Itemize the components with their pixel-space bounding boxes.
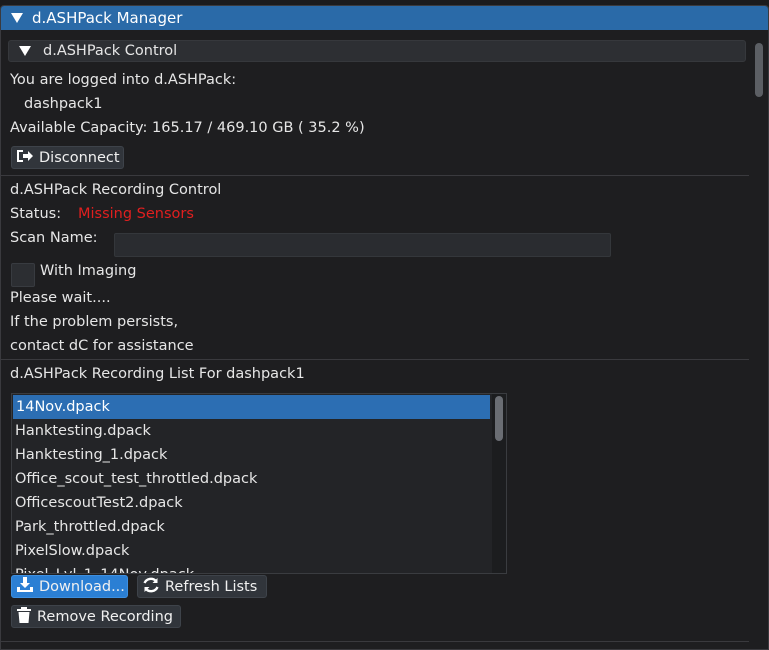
collapse-triangle-icon[interactable] <box>11 13 23 23</box>
username-text: dashpack1 <box>24 96 103 112</box>
ashpack-manager-window: d.ASHPack Manager d.ASHPack Control You … <box>0 5 769 650</box>
please-wait-text: Please wait.... <box>10 290 111 306</box>
remove-recording-button[interactable]: Remove Recording <box>11 605 181 628</box>
list-item[interactable]: Pixel_Lvl_1_14Nov.dpack <box>12 563 506 573</box>
download-button[interactable]: Download... <box>11 575 128 598</box>
disconnect-button[interactable]: Disconnect <box>11 146 124 169</box>
list-item[interactable]: OfficescoutTest2.dpack <box>12 491 506 515</box>
with-imaging-checkbox[interactable] <box>11 263 35 287</box>
problem-persists-text: If the problem persists, <box>10 314 179 330</box>
capacity-text: Available Capacity: 165.17 / 469.10 GB (… <box>10 120 365 136</box>
trash-icon <box>16 606 32 628</box>
divider <box>1 175 749 176</box>
list-item[interactable]: Hanktesting_1.dpack <box>12 443 506 467</box>
control-section-title: d.ASHPack Control <box>43 43 178 59</box>
window-title: d.ASHPack Manager <box>32 9 183 27</box>
list-item[interactable]: Hanktesting.dpack <box>12 419 506 443</box>
refresh-icon <box>142 577 160 597</box>
refresh-label: Refresh Lists <box>165 578 258 595</box>
disconnect-label: Disconnect <box>39 149 120 166</box>
status-value: Missing Sensors <box>78 206 194 222</box>
list-scrollbar-thumb[interactable] <box>495 396 503 441</box>
window-titlebar[interactable]: d.ASHPack Manager <box>1 6 768 30</box>
list-item[interactable]: 14Nov.dpack <box>13 395 490 419</box>
status-label: Status: <box>10 206 62 222</box>
control-section-header[interactable]: d.ASHPack Control <box>8 40 746 62</box>
list-scrollbar[interactable] <box>492 394 506 573</box>
list-item[interactable]: Office_scout_test_throttled.dpack <box>12 467 506 491</box>
download-icon <box>16 576 34 597</box>
scan-name-input[interactable] <box>114 233 611 257</box>
collapse-triangle-icon[interactable] <box>19 46 31 56</box>
refresh-lists-button[interactable]: Refresh Lists <box>137 575 267 598</box>
download-label: Download... <box>39 578 125 595</box>
logged-in-label: You are logged into d.ASHPack: <box>10 72 237 88</box>
list-item[interactable]: PixelSlow.dpack <box>12 539 506 563</box>
divider <box>1 641 749 642</box>
sign-out-icon <box>16 149 34 167</box>
recording-control-title: d.ASHPack Recording Control <box>10 182 222 198</box>
recording-list-title: d.ASHPack Recording List For dashpack1 <box>10 366 305 382</box>
list-item[interactable]: Park_throttled.dpack <box>12 515 506 539</box>
contact-text: contact dC for assistance <box>10 338 194 354</box>
scan-name-label: Scan Name: <box>10 230 98 246</box>
remove-recording-label: Remove Recording <box>37 608 173 625</box>
window-scrollbar-thumb[interactable] <box>755 43 763 97</box>
divider <box>1 359 749 360</box>
with-imaging-label[interactable]: With Imaging <box>40 262 136 280</box>
recording-list[interactable]: 14Nov.dpack Hanktesting.dpack Hanktestin… <box>11 393 507 574</box>
